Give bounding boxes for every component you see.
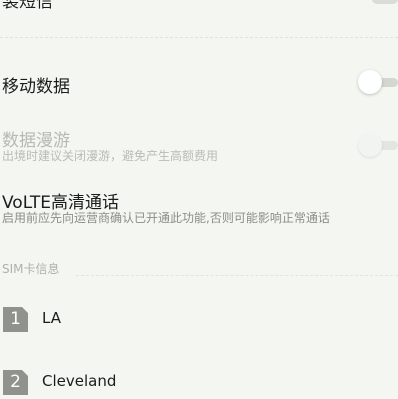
top-partial-row-title: 装短信	[2, 0, 53, 12]
sim-card-2-icon: 2	[3, 370, 28, 395]
section-divider	[76, 275, 398, 276]
volte-subtitle: 启用前应先向运营商确认已开通此功能,否则可能影响正常通话	[2, 211, 330, 225]
data-roaming-subtitle: 出境时建议关闭漫游，避免产生高额费用	[2, 149, 219, 163]
divider	[0, 37, 398, 38]
sim-card-1-icon: 1	[3, 307, 28, 332]
mobile-data-toggle[interactable]	[358, 70, 398, 94]
toggle-knob	[358, 70, 382, 94]
mobile-network-settings-screen: 装短信 移动数据 数据漫游 出境时建议关闭漫游，避免产生高额费用 VoLTE高清…	[0, 0, 398, 399]
top-partial-toggle[interactable]	[372, 0, 398, 4]
data-roaming-toggle	[358, 133, 398, 157]
mobile-data-title: 移动数据	[2, 77, 70, 97]
sim-card-1-name: LA	[42, 309, 61, 327]
toggle-knob	[358, 133, 382, 157]
sim-info-section-header: SIM卡信息	[2, 262, 60, 276]
sim-card-2-name: Cleveland	[42, 372, 117, 390]
